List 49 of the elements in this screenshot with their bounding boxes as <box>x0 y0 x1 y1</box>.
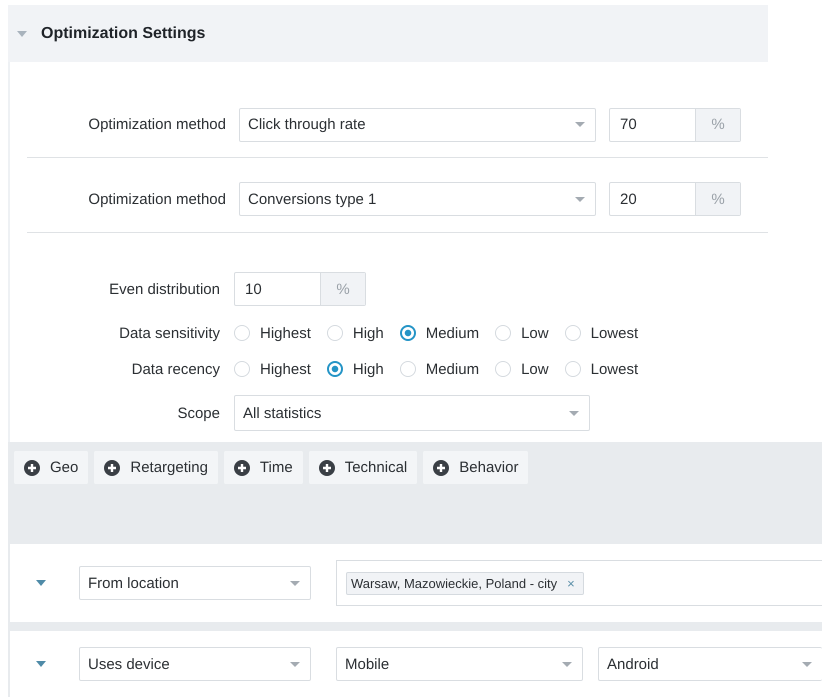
dropdown-caret-icon <box>569 410 579 416</box>
add-button[interactable]: Geo <box>14 451 88 484</box>
dropdown-caret-icon <box>290 662 300 666</box>
condition-select[interactable]: From location <box>79 566 311 600</box>
radio-option[interactable]: Lowest <box>564 360 638 378</box>
dropdown-caret-icon <box>802 662 812 666</box>
percent-field[interactable]: 10 % <box>234 272 366 306</box>
plus-icon <box>104 460 120 476</box>
add-button[interactable]: Behavior <box>423 451 528 484</box>
location-tag: Warsaw, Mazowieckie, Poland - city × <box>346 572 584 594</box>
field-label: Even distribution <box>108 280 220 298</box>
radio-option[interactable]: Low <box>495 360 549 378</box>
dropdown-caret-icon <box>562 662 572 666</box>
plus-icon <box>24 460 40 476</box>
radio-option[interactable]: Lowest <box>564 324 638 342</box>
value-select[interactable]: Mobile <box>336 647 583 681</box>
radio-option[interactable]: High <box>326 324 384 342</box>
percent-field[interactable]: 20 % <box>609 182 741 216</box>
add-button[interactable]: Technical <box>308 451 418 484</box>
collapse-caret-icon[interactable] <box>36 580 46 586</box>
dropdown-caret-icon <box>290 580 300 586</box>
field-label: Optimization method <box>87 116 226 133</box>
condition-select[interactable]: Uses device <box>79 647 311 681</box>
method-select[interactable]: Conversions type 1 <box>239 182 596 216</box>
dropdown-caret-icon <box>575 122 585 127</box>
field-label: Data sensitivity <box>118 324 220 342</box>
radio-option[interactable]: Medium <box>400 324 480 342</box>
scope-select[interactable]: All statistics <box>234 395 590 431</box>
radio-option[interactable]: Highest <box>234 324 311 342</box>
add-button[interactable]: Time <box>224 451 303 484</box>
collapse-caret-icon[interactable] <box>17 30 27 36</box>
plus-icon <box>234 460 250 476</box>
value-select[interactable]: Android <box>598 647 822 681</box>
field-label: Optimization method <box>87 190 226 208</box>
radio-option[interactable]: Medium <box>400 360 480 378</box>
field-label: Data recency <box>130 360 220 378</box>
radio-option[interactable]: Highest <box>234 360 311 378</box>
percent-field[interactable]: 70 % <box>609 108 741 142</box>
radio-option[interactable]: High <box>326 360 384 378</box>
section-title: Optimization Settings <box>41 24 206 42</box>
field-label: Scope <box>176 404 220 422</box>
plus-icon <box>318 460 335 476</box>
dropdown-caret-icon <box>575 196 585 202</box>
plus-icon <box>433 460 450 476</box>
collapse-caret-icon[interactable] <box>36 661 46 667</box>
tags-field[interactable]: Warsaw, Mazowieckie, Poland - city × <box>336 560 822 606</box>
radio-option[interactable]: Low <box>495 324 549 342</box>
method-select[interactable]: Click through rate <box>239 108 596 142</box>
add-button[interactable]: Retargeting <box>94 451 218 484</box>
